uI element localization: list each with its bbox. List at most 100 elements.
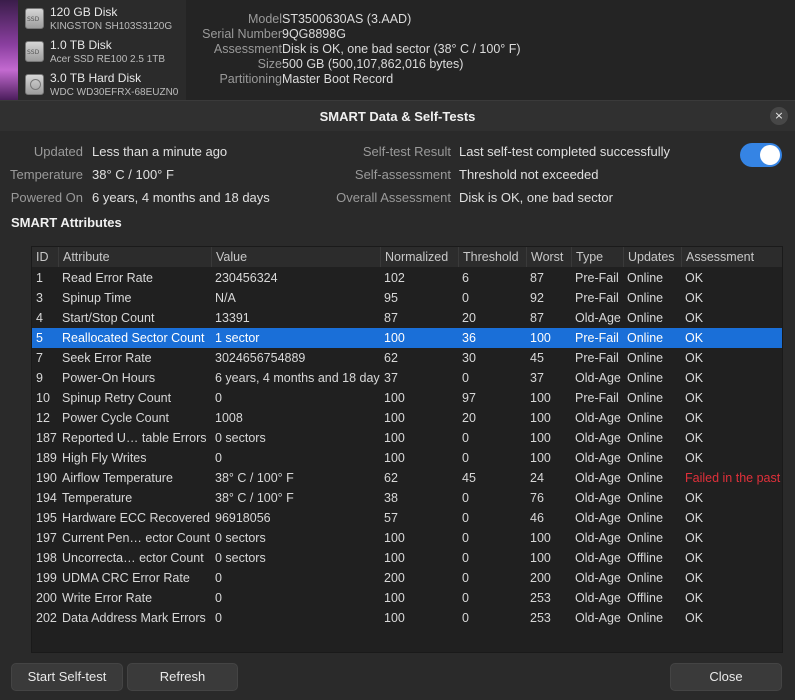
header-col-worst[interactable]: Worst — [526, 247, 571, 267]
cell-normalized: 100 — [384, 391, 405, 405]
table-row[interactable]: 3 Spinup Time N/A 95 0 92 Pre-Fail Online OK — [32, 288, 782, 308]
cell-value: 13391 — [215, 311, 250, 325]
cell-type: Old-Age — [575, 531, 621, 545]
cell-value: 0 sectors — [215, 531, 266, 545]
disk-item-0[interactable]: SSD 120 GB Disk KINGSTON SH103S3120G — [18, 0, 186, 33]
table-row[interactable]: 7 Seek Error Rate 3024656754889 62 30 45 Pre-F… — [32, 348, 782, 368]
cell-updates: Online — [627, 511, 664, 525]
start-self-test-button[interactable]: Start Self-test — [11, 663, 123, 691]
cell-assessment: OK — [685, 571, 704, 585]
cell-type: Pre-Fail — [575, 351, 619, 365]
table-row[interactable]: 190 Airflow Temperature 38° C / 100° F 62 45… — [32, 468, 782, 488]
close-button[interactable]: Close — [670, 663, 782, 691]
smart-attributes-heading: SMART Attributes — [11, 215, 122, 230]
cell-type: Old-Age — [575, 471, 621, 485]
cell-assessment: OK — [685, 511, 704, 525]
cell-id: 198 — [36, 551, 57, 565]
table-row[interactable]: 189 High Fly Writes 0 100 0 100 Old-Age Online O… — [32, 448, 782, 468]
cell-assessment: OK — [685, 311, 704, 325]
cell-updates: Online — [627, 571, 664, 585]
cell-value: 0 — [215, 591, 222, 605]
cell-assessment: OK — [685, 611, 704, 625]
disk-item-2[interactable]: 3.0 TB Hard Disk WDC WD30EFRX-68EUZN0 — [18, 66, 186, 99]
cell-updates: Online — [627, 471, 664, 485]
cell-normalized: 100 — [384, 611, 405, 625]
cell-updates: Offline — [627, 551, 663, 565]
cell-assessment: OK — [685, 451, 704, 465]
table-row[interactable]: 10 Spinup Retry Count 0 100 97 100 Pre-Fail Onl… — [32, 388, 782, 408]
cell-id: 200 — [36, 591, 57, 605]
table-row[interactable]: 4 Start/Stop Count 13391 87 20 87 Old-Age Onlin… — [32, 308, 782, 328]
table-row[interactable]: 200 Write Error Rate 0 100 0 253 Old-Age Offlin… — [32, 588, 782, 608]
cell-normalized: 57 — [384, 511, 398, 525]
header-col-assessment[interactable]: Assessment — [681, 247, 782, 267]
cell-value: N/A — [215, 291, 236, 305]
table-header: ID Attribute Value Normalized Threshold Worst… — [32, 247, 782, 267]
cell-normalized: 38 — [384, 491, 398, 505]
cell-worst: 100 — [530, 531, 551, 545]
table-row[interactable]: 202 Data Address Mark Errors 0 100 0 253 Old-A… — [32, 608, 782, 628]
cell-type: Old-Age — [575, 591, 621, 605]
cell-id: 189 — [36, 451, 57, 465]
cell-threshold: 0 — [462, 291, 469, 305]
cell-threshold: 20 — [462, 411, 476, 425]
cell-id: 199 — [36, 571, 57, 585]
table-row[interactable]: 199 UDMA CRC Error Rate 0 200 0 200 Old-Age Onl… — [32, 568, 782, 588]
cell-updates: Online — [627, 271, 664, 285]
cell-attribute: Start/Stop Count — [62, 311, 155, 325]
table-row[interactable]: 12 Power Cycle Count 1008 100 20 100 Old-Age On… — [32, 408, 782, 428]
smart-enable-toggle[interactable] — [740, 143, 782, 167]
disk-info-panel: Model ST3500630AS (3.AAD) Serial Number … — [202, 12, 521, 86]
table-row[interactable]: 198 Uncorrecta… ector Count 0 sectors 100 0 1… — [32, 548, 782, 568]
cell-normalized: 37 — [384, 371, 398, 385]
header-col-updates[interactable]: Updates — [623, 247, 681, 267]
cell-threshold: 6 — [462, 271, 469, 285]
cell-value: 0 — [215, 451, 222, 465]
table-row[interactable]: 194 Temperature 38° C / 100° F 38 0 76 Old-Age… — [32, 488, 782, 508]
cell-updates: Online — [627, 611, 664, 625]
header-col-threshold[interactable]: Threshold — [458, 247, 526, 267]
dialog-titlebar: SMART Data & Self-Tests × — [0, 101, 795, 131]
cell-value: 230456324 — [215, 271, 278, 285]
cell-attribute: Airflow Temperature — [62, 471, 173, 485]
cell-attribute: Current Pen… ector Count — [62, 531, 210, 545]
cell-id: 9 — [36, 371, 43, 385]
header-col-id[interactable]: ID — [32, 247, 58, 267]
smart-attributes-table[interactable]: ID Attribute Value Normalized Threshold Worst… — [31, 246, 783, 653]
cell-threshold: 0 — [462, 451, 469, 465]
cell-type: Old-Age — [575, 451, 621, 465]
header-col-normalized[interactable]: Normalized — [380, 247, 458, 267]
cell-assessment: OK — [685, 331, 704, 345]
cell-value: 1 sector — [215, 331, 260, 345]
cell-assessment: OK — [685, 371, 704, 385]
cell-normalized: 102 — [384, 271, 405, 285]
table-row[interactable]: 197 Current Pen… ector Count 0 sectors 100 0… — [32, 528, 782, 548]
disk-list: SSD 120 GB Disk KINGSTON SH103S3120G SSD… — [18, 0, 186, 100]
cell-type: Pre-Fail — [575, 391, 619, 405]
cell-type: Old-Age — [575, 551, 621, 565]
cell-worst: 253 — [530, 591, 551, 605]
cell-value: 6 years, 4 months and 18 days — [215, 371, 380, 385]
header-col-attribute[interactable]: Attribute — [58, 247, 211, 267]
table-row[interactable]: 9 Power-On Hours 6 years, 4 months and 18 … — [32, 368, 782, 388]
cell-attribute: Hardware ECC Recovered — [62, 511, 210, 525]
cell-value: 96918056 — [215, 511, 271, 525]
table-row[interactable]: 195 Hardware ECC Recovered 96918056 57 0 46 Ol… — [32, 508, 782, 528]
cell-worst: 100 — [530, 551, 551, 565]
cell-type: Pre-Fail — [575, 291, 619, 305]
table-row[interactable]: 1 Read Error Rate 230456324 102 6 87 Pre-Fail O… — [32, 268, 782, 288]
cell-value: 38° C / 100° F — [215, 491, 294, 505]
disk-item-1[interactable]: SSD 1.0 TB Disk Acer SSD RE100 2.5 1TB — [18, 33, 186, 66]
cell-type: Old-Age — [575, 411, 621, 425]
refresh-button[interactable]: Refresh — [127, 663, 238, 691]
header-col-type[interactable]: Type — [571, 247, 623, 267]
cell-type: Old-Age — [575, 511, 621, 525]
ssd-icon: SSD — [25, 8, 44, 29]
table-row[interactable]: 187 Reported U… table Errors 0 sectors 100 0… — [32, 428, 782, 448]
table-row[interactable]: 5 Reallocated Sector Count 1 sector 100 36 10… — [32, 328, 782, 348]
desktop-wallpaper — [0, 0, 18, 100]
cell-normalized: 100 — [384, 411, 405, 425]
cell-worst: 92 — [530, 291, 544, 305]
header-col-value[interactable]: Value — [211, 247, 380, 267]
close-icon[interactable]: × — [770, 107, 788, 125]
